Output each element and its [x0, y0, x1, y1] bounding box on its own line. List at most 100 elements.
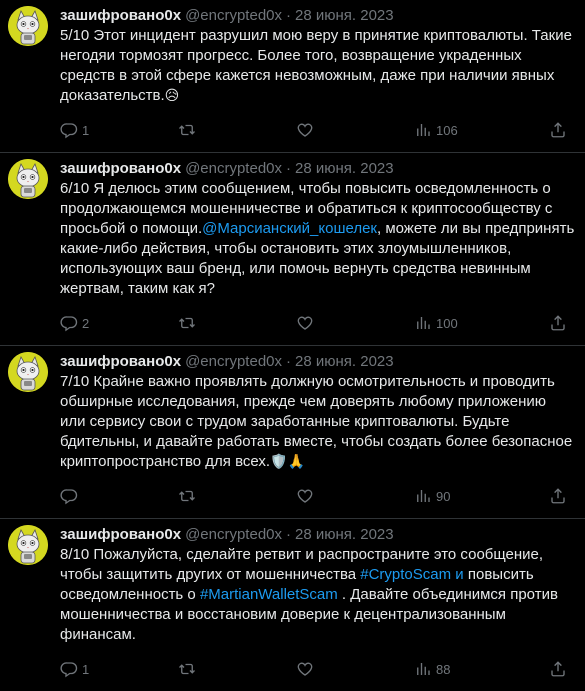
tweet-header: зашифровано0x @encrypted0x · 28 июня. 20…	[60, 6, 575, 26]
views-button[interactable]: 100	[414, 314, 514, 332]
reply-icon	[60, 662, 78, 678]
cat-avatar-icon	[8, 159, 48, 199]
tweet-date[interactable]: 28 июня. 2023	[295, 159, 394, 179]
heart-icon	[297, 662, 313, 676]
reply-icon	[60, 316, 78, 332]
retweet-button[interactable]	[178, 660, 296, 678]
tweet-link[interactable]: @Марсианский_кошелек	[202, 220, 377, 237]
tweet-body: зашифровано0x @encrypted0x · 28 июня. 20…	[60, 525, 575, 691]
share-button[interactable]	[549, 314, 567, 332]
retweet-icon	[179, 317, 195, 329]
retweet-icon	[179, 490, 195, 502]
tweet[interactable]: зашифровано0x @encrypted0x · 28 июня. 20…	[0, 153, 585, 346]
author-name[interactable]: зашифровано0x	[60, 525, 181, 545]
share-button[interactable]	[549, 487, 567, 505]
retweet-button[interactable]	[178, 314, 296, 332]
avatar-column	[8, 159, 52, 345]
tweet-header: зашифровано0x @encrypted0x · 28 июня. 20…	[60, 352, 575, 372]
emoji-icon: 😥	[164, 87, 180, 103]
tweet-link[interactable]: #MartianWalletScam	[200, 586, 338, 603]
avatar-column	[8, 6, 52, 152]
cat-avatar-icon	[8, 6, 48, 46]
author-handle[interactable]: @encrypted0x	[185, 159, 282, 179]
share-icon	[551, 661, 565, 677]
views-chart-icon	[417, 490, 430, 502]
views-chart-icon	[417, 317, 430, 329]
heart-icon	[297, 489, 313, 503]
heart-icon	[297, 123, 313, 137]
avatar-column	[8, 525, 52, 691]
cat-avatar-icon	[8, 525, 48, 565]
separator-dot: ·	[286, 160, 292, 177]
reply-button[interactable]: 2	[60, 314, 178, 332]
views-button[interactable]: 88	[414, 660, 514, 678]
reply-button[interactable]: 1	[60, 660, 178, 678]
share-button[interactable]	[549, 121, 567, 139]
cat-avatar-icon	[8, 352, 48, 392]
views-count: 106	[436, 122, 458, 138]
like-button[interactable]	[296, 487, 414, 505]
tweet-header: зашифровано0x @encrypted0x · 28 июня. 20…	[60, 525, 575, 545]
reply-button[interactable]: 1	[60, 121, 178, 139]
separator-dot: ·	[286, 353, 292, 370]
tweet-link[interactable]: и	[455, 566, 463, 583]
author-name[interactable]: зашифровано0x	[60, 352, 181, 372]
tweet-text: 5/10 Этот инцидент разрушил мою веру в п…	[60, 26, 575, 106]
avatar[interactable]	[8, 6, 48, 46]
separator-dot: ·	[286, 7, 292, 24]
tweet-actions: 90	[60, 480, 575, 512]
separator-dot: ·	[286, 526, 292, 543]
tweet[interactable]: зашифровано0x @encrypted0x · 28 июня. 20…	[0, 346, 585, 519]
tweet[interactable]: зашифровано0x @encrypted0x · 28 июня. 20…	[0, 519, 585, 691]
tweet-date[interactable]: 28 июня. 2023	[295, 525, 394, 545]
like-button[interactable]	[296, 660, 414, 678]
tweet-body: зашифровано0x @encrypted0x · 28 июня. 20…	[60, 352, 575, 518]
tweet-date[interactable]: 28 июня. 2023	[295, 6, 394, 26]
reply-count: 2	[82, 315, 90, 331]
views-button[interactable]: 90	[414, 487, 514, 505]
views-count: 88	[436, 661, 451, 677]
retweet-button[interactable]	[178, 487, 296, 505]
reply-count: 1	[82, 661, 90, 677]
author-handle[interactable]: @encrypted0x	[185, 6, 282, 26]
tweet-actions: 1	[60, 653, 575, 685]
author-name[interactable]: зашифровано0x	[60, 6, 181, 26]
avatar[interactable]	[8, 525, 48, 565]
like-button[interactable]	[296, 314, 414, 332]
share-icon	[551, 315, 565, 331]
emoji-icon: 🛡️🙏	[270, 453, 305, 469]
reply-count: 1	[82, 122, 90, 138]
tweet[interactable]: зашифровано0x @encrypted0x · 28 июня. 20…	[0, 0, 585, 153]
like-button[interactable]	[296, 121, 414, 139]
avatar[interactable]	[8, 352, 48, 392]
share-icon	[551, 122, 565, 138]
share-button[interactable]	[549, 660, 567, 678]
tweet-header: зашифровано0x @encrypted0x · 28 июня. 20…	[60, 159, 575, 179]
tweet-body: зашифровано0x @encrypted0x · 28 июня. 20…	[60, 159, 575, 345]
views-chart-icon	[417, 124, 430, 136]
tweet-actions: 2 100	[60, 307, 575, 339]
retweet-button[interactable]	[178, 121, 296, 139]
heart-icon	[297, 316, 313, 330]
author-handle[interactable]: @encrypted0x	[185, 525, 282, 545]
tweet-actions: 1	[60, 114, 575, 146]
retweet-icon	[179, 124, 195, 136]
tweet-link[interactable]: #CryptoScam	[360, 566, 451, 583]
reply-icon	[60, 489, 78, 505]
retweet-icon	[179, 663, 195, 675]
avatar-column	[8, 352, 52, 518]
tweet-text: 8/10 Пожалуйста, сделайте ретвит и распр…	[60, 545, 575, 645]
reply-button[interactable]	[60, 487, 178, 505]
views-count: 100	[436, 315, 458, 331]
avatar[interactable]	[8, 159, 48, 199]
author-handle[interactable]: @encrypted0x	[185, 352, 282, 372]
author-name[interactable]: зашифровано0x	[60, 159, 181, 179]
tweet-thread: зашифровано0x @encrypted0x · 28 июня. 20…	[0, 0, 585, 691]
tweet-text: 6/10 Я делюсь этим сообщением, чтобы пов…	[60, 179, 575, 299]
tweet-text-segment: 5/10 Этот инцидент разрушил мою веру в п…	[60, 27, 572, 104]
tweet-text-segment: 7/10 Крайне важно проявлять должную осмо…	[60, 373, 573, 470]
tweet-date[interactable]: 28 июня. 2023	[295, 352, 394, 372]
share-icon	[551, 488, 565, 504]
views-button[interactable]: 106	[414, 121, 514, 139]
tweet-text: 7/10 Крайне важно проявлять должную осмо…	[60, 372, 575, 472]
